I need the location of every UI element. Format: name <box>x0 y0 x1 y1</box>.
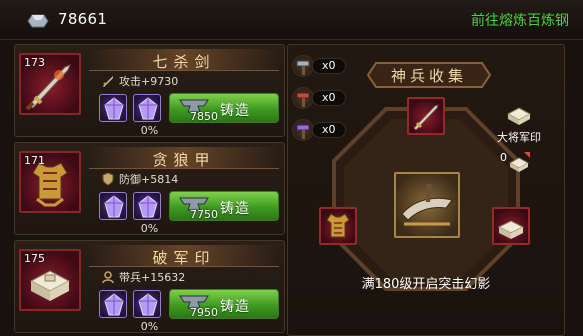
purple-hammer-icon-wrap <box>292 119 314 141</box>
weapon-item-slot[interactable]: 175 <box>19 249 81 311</box>
tool-count: x0 <box>322 59 336 72</box>
collection-title: 神兵收集 <box>390 67 467 85</box>
forge-button-label: 铸造 <box>220 299 250 315</box>
forge-cost: 7750 <box>190 208 218 221</box>
seal-icon <box>497 220 525 239</box>
great-general-seal-icon[interactable] <box>504 98 534 128</box>
weapon-name: 破军印 <box>152 249 216 267</box>
collection-slot-armor[interactable] <box>319 207 357 245</box>
unlock-requirement-text: 满180级开启突击幻影 <box>361 277 491 292</box>
forge-button-label: 铸造 <box>220 201 250 217</box>
seal-shard-icon[interactable] <box>506 149 532 175</box>
collection-slot-sword[interactable] <box>407 97 445 135</box>
phantom-weapon-slot[interactable] <box>394 172 460 238</box>
stat-text: 防御+5814 <box>119 173 179 186</box>
top-bar: 78661 前往熔炼百炼钢 <box>0 0 583 40</box>
phantom-weapon-icon <box>401 184 453 226</box>
shield-small-icon <box>102 172 114 186</box>
silver-ingot-icon <box>27 14 49 28</box>
weapon-list: 七杀剑 173 攻击+9730 7850 铸造 0% 贪狼甲 171 防御+58… <box>14 44 285 336</box>
sword-icon <box>413 104 439 131</box>
purple-hammer-icon <box>296 124 310 139</box>
weapon-card-qisha-sword: 七杀剑 173 攻击+9730 7850 铸造 0% <box>14 44 285 137</box>
sword-small-icon <box>103 76 113 87</box>
divine-weapon-collection-panel: x0 x0 x0 神兵收集 大将军印 0 满180级开启突击幻影 <box>287 44 565 336</box>
purple-gem-icon <box>138 195 158 218</box>
purple-gem-icon <box>104 293 124 316</box>
forge-button[interactable]: 7850 铸造 <box>169 93 279 123</box>
armor-icon <box>326 213 350 238</box>
forge-button[interactable]: 7750 铸造 <box>169 191 279 221</box>
stat-text: 带兵+15632 <box>119 271 186 284</box>
forge-progress: 0% <box>140 320 159 333</box>
hammer-icon-wrap <box>292 55 314 77</box>
ingot-count: 78661 <box>58 10 108 28</box>
weapon-card-tanlang-armor: 贪狼甲 171 防御+5814 7750 铸造 0% <box>14 142 285 235</box>
gem-slot[interactable] <box>133 290 161 318</box>
gem-slot[interactable] <box>99 94 127 122</box>
forge-progress: 0% <box>140 222 159 235</box>
forge-cost: 7950 <box>190 306 218 319</box>
collection-slot-seal[interactable] <box>492 207 530 245</box>
forge-button[interactable]: 7950 铸造 <box>169 289 279 319</box>
weapon-name: 七杀剑 <box>152 53 216 71</box>
weapon-card-pojun-seal: 破军印 175 带兵+15632 7950 铸造 0% <box>14 240 285 333</box>
item-level: 171 <box>24 154 45 167</box>
red-hammer-icon-wrap <box>292 87 314 109</box>
reward-label: 大将军印 <box>497 131 541 144</box>
hammer-icon <box>296 60 310 75</box>
purple-gem-icon <box>104 195 124 218</box>
gem-slot[interactable] <box>99 290 127 318</box>
red-hammer-icon <box>296 92 310 107</box>
gem-slot[interactable] <box>99 192 127 220</box>
forge-cost: 7850 <box>190 110 218 123</box>
item-level: 173 <box>24 56 45 69</box>
card-title-bar: 破军印 <box>89 245 279 267</box>
forge-progress: 0% <box>140 124 159 137</box>
weapon-name: 贪狼甲 <box>152 151 216 169</box>
card-title-bar: 贪狼甲 <box>89 147 279 169</box>
gem-slot[interactable] <box>133 192 161 220</box>
gem-slot[interactable] <box>133 94 161 122</box>
purple-gem-icon <box>104 97 124 120</box>
weapon-item-slot[interactable]: 173 <box>19 53 81 115</box>
weapon-item-slot[interactable]: 171 <box>19 151 81 213</box>
purple-gem-icon <box>138 97 158 120</box>
forge-button-label: 铸造 <box>220 103 250 119</box>
card-title-bar: 七杀剑 <box>89 49 279 71</box>
item-level: 175 <box>24 252 45 265</box>
purple-gem-icon <box>138 293 158 316</box>
tool-count: x0 <box>322 91 336 104</box>
soldier-small-icon <box>102 271 114 284</box>
stat-text: 攻击+9730 <box>119 75 179 88</box>
collection-title-banner: 神兵收集 <box>366 59 492 91</box>
goto-smelting-link[interactable]: 前往熔炼百炼钢 <box>471 10 569 30</box>
